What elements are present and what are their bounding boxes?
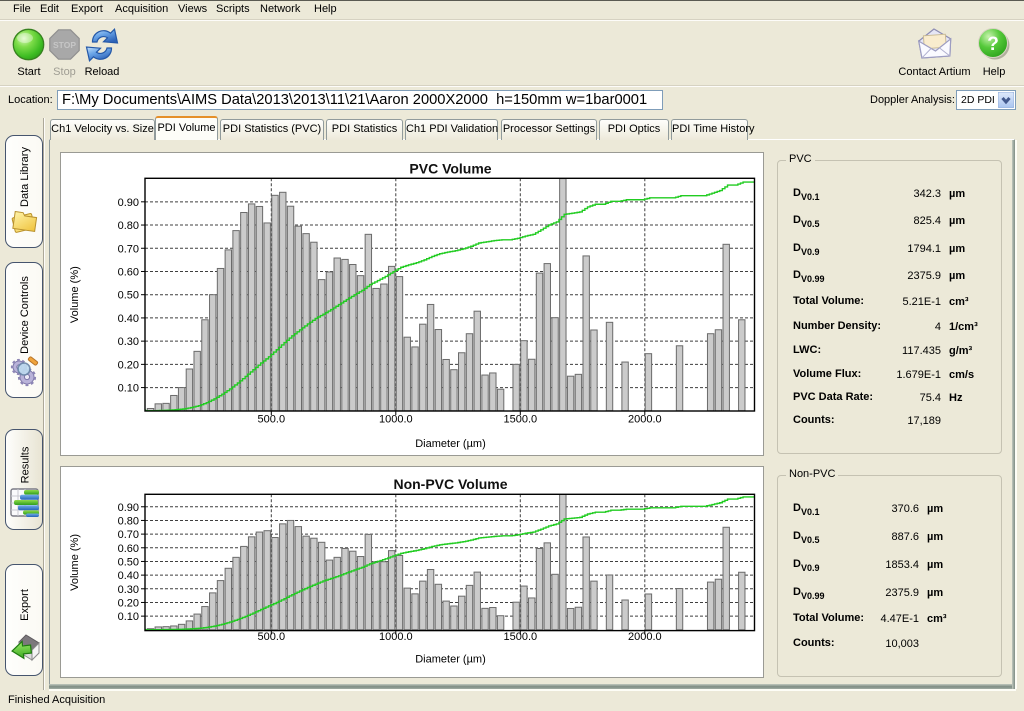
svg-text:0.90: 0.90 [118, 502, 139, 514]
svg-text:Volume (%): Volume (%) [69, 534, 81, 591]
svg-text:0.20: 0.20 [118, 359, 139, 371]
svg-text:2000.0: 2000.0 [628, 631, 662, 643]
svg-text:2000.0: 2000.0 [628, 414, 662, 426]
svg-text:1500.0: 1500.0 [503, 631, 537, 643]
svg-text:Diameter (µm): Diameter (µm) [415, 438, 486, 450]
svg-text:0.10: 0.10 [118, 611, 139, 623]
svg-text:0.40: 0.40 [118, 313, 139, 325]
svg-text:0.80: 0.80 [118, 220, 139, 232]
svg-text:0.60: 0.60 [118, 543, 139, 555]
svg-text:0.70: 0.70 [118, 529, 139, 541]
svg-text:Non-PVC Volume: Non-PVC Volume [393, 476, 507, 492]
svg-text:0.50: 0.50 [118, 290, 139, 302]
svg-text:0.40: 0.40 [118, 570, 139, 582]
svg-text:0.10: 0.10 [118, 383, 139, 395]
svg-text:0.50: 0.50 [118, 556, 139, 568]
svg-text:0.30: 0.30 [118, 336, 139, 348]
svg-text:0.30: 0.30 [118, 584, 139, 596]
svg-text:0.80: 0.80 [118, 515, 139, 527]
svg-text:1000.0: 1000.0 [379, 414, 413, 426]
svg-text:STOP: STOP [53, 40, 76, 50]
svg-text:?: ? [987, 34, 999, 55]
svg-text:0.90: 0.90 [118, 197, 139, 209]
svg-text:500.0: 500.0 [258, 631, 286, 643]
svg-text:Volume (%): Volume (%) [69, 266, 81, 323]
svg-text:Diameter (µm): Diameter (µm) [415, 654, 486, 666]
svg-text:0.60: 0.60 [118, 266, 139, 278]
svg-text:1000.0: 1000.0 [379, 631, 413, 643]
svg-text:1500.0: 1500.0 [503, 414, 537, 426]
svg-text:0.20: 0.20 [118, 597, 139, 609]
svg-text:PVC Volume: PVC Volume [409, 161, 491, 177]
svg-text:0.70: 0.70 [118, 243, 139, 255]
svg-text:500.0: 500.0 [258, 414, 286, 426]
